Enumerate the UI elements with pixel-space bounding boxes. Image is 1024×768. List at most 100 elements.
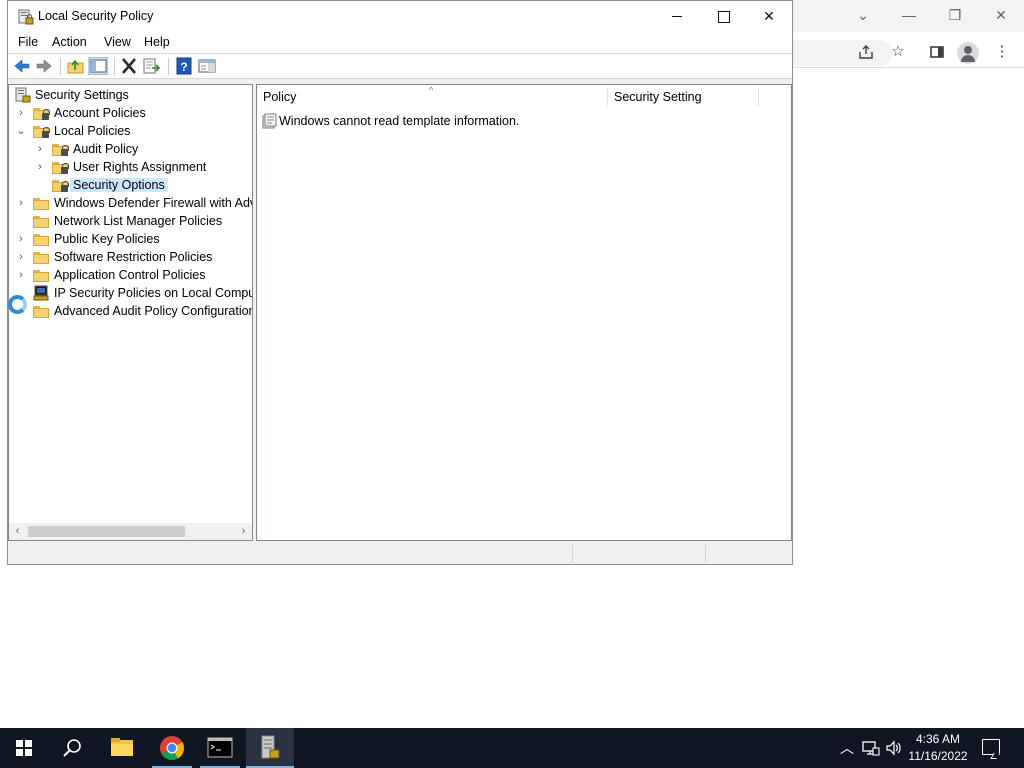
tree-item-account-policies[interactable]: › Account Policies: [9, 104, 252, 122]
tree-item-label: Software Restriction Policies: [54, 250, 213, 264]
status-cell: [572, 545, 705, 562]
share-icon[interactable]: [854, 40, 878, 64]
scroll-right-icon[interactable]: ›: [235, 523, 252, 540]
tree-item-label: User Rights Assignment: [73, 160, 207, 174]
column-header-security-setting[interactable]: Security Setting: [608, 85, 758, 109]
expand-chevron-icon[interactable]: ›: [15, 268, 27, 282]
volume-icon[interactable]: [885, 739, 903, 757]
folder-icon: [33, 233, 49, 246]
scroll-left-icon[interactable]: ‹: [9, 523, 26, 540]
title-bar[interactable]: Local Security Policy ✕: [8, 1, 792, 32]
more-menu-icon[interactable]: ⋮: [990, 40, 1014, 64]
tree-item-audit-policy[interactable]: › Audit Policy: [9, 140, 252, 158]
folder-icon: [33, 251, 49, 264]
folder-lock-icon: [52, 143, 69, 156]
file-explorer-button[interactable]: [98, 728, 146, 768]
start-button[interactable]: [0, 728, 48, 768]
maximize-button[interactable]: [700, 1, 746, 32]
notification-center-icon[interactable]: [982, 739, 1000, 755]
result-pane[interactable]: Policy ^ Security Setting Windows cannot…: [256, 84, 792, 541]
back-icon[interactable]: [12, 57, 32, 75]
tree-item-local-policies[interactable]: ⌄ Local Policies: [9, 122, 252, 140]
up-folder-icon[interactable]: [66, 57, 86, 75]
tree-item-label: Application Control Policies: [54, 268, 206, 282]
toolbar: ?: [8, 54, 792, 79]
delete-icon[interactable]: [119, 57, 139, 75]
scroll-thumb[interactable]: [28, 526, 185, 537]
tree-item-ip-security-policies[interactable]: IP Security Policies on Local Compute: [9, 284, 252, 302]
toolbar-separator: [168, 58, 169, 75]
security-settings-icon: [15, 87, 31, 103]
forward-icon[interactable]: [34, 57, 54, 75]
expand-chevron-icon[interactable]: ›: [34, 142, 46, 156]
expand-chevron-icon[interactable]: ›: [15, 232, 27, 246]
search-icon: [63, 739, 81, 757]
tab-search-icon[interactable]: ⌄: [851, 4, 875, 26]
file-explorer-icon: [111, 738, 133, 756]
toolbar-separator: [114, 58, 115, 75]
sort-indicator-icon: ^: [429, 85, 434, 95]
column-divider[interactable]: [758, 87, 759, 107]
windows-start-icon: [16, 740, 32, 756]
tree-item-label: Network List Manager Policies: [54, 214, 223, 228]
menu-view[interactable]: View: [104, 35, 131, 49]
show-hide-tree-icon[interactable]: [88, 57, 108, 75]
toolbar-separator: [60, 58, 61, 75]
tree-item-label: Security Options: [70, 178, 168, 192]
local-security-policy-taskbar-button[interactable]: [246, 728, 294, 768]
tree-item-network-list-manager[interactable]: Network List Manager Policies: [9, 212, 252, 230]
tree-item-security-settings[interactable]: Security Settings: [9, 86, 252, 104]
profile-avatar[interactable]: [957, 42, 979, 64]
menu-help[interactable]: Help: [144, 35, 170, 49]
expand-chevron-icon[interactable]: ›: [15, 196, 27, 210]
expand-chevron-icon[interactable]: ›: [15, 250, 27, 264]
browser-close-button[interactable]: ✕: [989, 4, 1013, 26]
expand-chevron-icon[interactable]: ›: [15, 106, 27, 120]
tree-item-label: Local Policies: [54, 124, 131, 138]
tree-item-software-restriction[interactable]: › Software Restriction Policies: [9, 248, 252, 266]
chrome-icon: [160, 736, 185, 761]
tree-item-label: Public Key Policies: [54, 232, 160, 246]
show-hidden-icons-button[interactable]: ︿: [837, 738, 857, 758]
collapse-chevron-icon[interactable]: ⌄: [15, 124, 27, 138]
export-list-icon[interactable]: [142, 57, 162, 75]
terminal-button[interactable]: [196, 728, 244, 768]
console-tree[interactable]: Security Settings › Account Policies ⌄ L…: [8, 84, 253, 541]
help-icon[interactable]: ?: [174, 57, 194, 75]
svg-text:?: ?: [180, 60, 187, 74]
menu-action[interactable]: Action: [52, 35, 87, 49]
tree-item-security-options[interactable]: Security Options: [9, 176, 252, 194]
busy-cursor-icon: [8, 295, 27, 314]
properties-pane-icon[interactable]: [197, 57, 217, 75]
tree-item-user-rights-assignment[interactable]: › User Rights Assignment: [9, 158, 252, 176]
tree-item-label: IP Security Policies on Local Compute: [54, 286, 253, 300]
network-icon[interactable]: [862, 739, 880, 757]
browser-minimize-button[interactable]: —: [897, 4, 921, 26]
folder-icon: [33, 197, 49, 210]
tree-item-advanced-audit-policy[interactable]: › Advanced Audit Policy Configuration: [9, 302, 252, 320]
tree-horizontal-scrollbar[interactable]: ‹ ›: [9, 523, 252, 540]
browser-omnibox[interactable]: [793, 40, 893, 66]
tree-item-application-control[interactable]: › Application Control Policies: [9, 266, 252, 284]
side-panel-icon[interactable]: [925, 40, 949, 64]
taskbar-clock[interactable]: 4:36 AM 11/16/2022: [906, 731, 970, 765]
taskbar: ︿ 4:36 AM 11/16/2022: [0, 728, 1024, 768]
browser-tabstrip: ⌄ — ❐ ✕: [793, 0, 1024, 32]
minimize-button[interactable]: [654, 1, 700, 32]
local-security-policy-icon: [261, 735, 280, 759]
browser-restore-button[interactable]: ❐: [943, 4, 967, 26]
expand-chevron-icon[interactable]: ›: [34, 160, 46, 174]
status-cell: [705, 545, 791, 562]
folder-lock-icon: [33, 107, 50, 120]
chrome-button[interactable]: [148, 728, 196, 768]
tree-item-windows-defender-firewall[interactable]: › Windows Defender Firewall with Adva: [9, 194, 252, 212]
bookmark-star-icon[interactable]: ☆: [886, 40, 910, 64]
menu-bar: File Action View Help: [8, 32, 792, 54]
menu-file[interactable]: File: [18, 35, 38, 49]
status-bar: [8, 543, 792, 564]
folder-lock-icon: [33, 125, 50, 138]
close-button[interactable]: ✕: [746, 1, 792, 32]
search-button[interactable]: [48, 728, 96, 768]
tree-item-public-key-policies[interactable]: › Public Key Policies: [9, 230, 252, 248]
list-item-text: Windows cannot read template information…: [279, 114, 520, 128]
